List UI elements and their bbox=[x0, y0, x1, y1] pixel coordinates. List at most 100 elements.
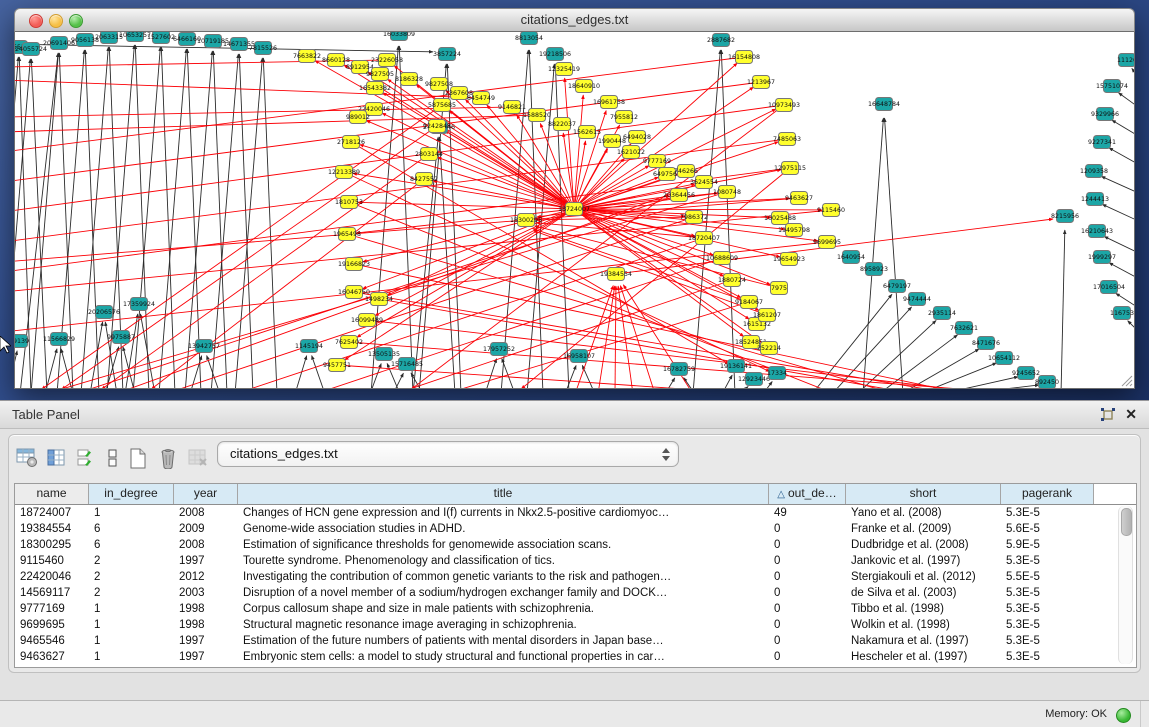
create-column-icon[interactable] bbox=[126, 447, 150, 469]
graph-node[interactable]: 13505135 bbox=[368, 348, 400, 361]
graph-node[interactable]: 39139 bbox=[15, 335, 29, 348]
column-header-pagerank[interactable]: pagerank bbox=[1001, 484, 1094, 504]
graph-node[interactable]: 17016504 bbox=[1093, 281, 1125, 294]
graph-node[interactable]: 1145194 bbox=[295, 340, 323, 353]
graph-node[interactable]: 8471676 bbox=[972, 337, 1000, 350]
graph-node[interactable]: 3857224 bbox=[433, 48, 461, 61]
graph-node[interactable]: 16543382 bbox=[359, 82, 391, 95]
graph-node[interactable]: 19166823 bbox=[338, 258, 370, 271]
table-row[interactable]: 977716911998Corpus callosum shape and si… bbox=[15, 601, 1136, 617]
window-titlebar[interactable]: citations_edges.txt bbox=[14, 8, 1135, 32]
graph-node[interactable]: 19495798 bbox=[778, 224, 810, 237]
graph-node[interactable]: 1244413 bbox=[1081, 193, 1109, 206]
graph-node[interactable]: 9457751 bbox=[323, 359, 351, 372]
graph-node[interactable]: 10688609 bbox=[706, 252, 738, 265]
close-traffic-light-icon[interactable] bbox=[29, 14, 43, 28]
graph-node[interactable]: 1965498 bbox=[333, 228, 361, 241]
graph-node[interactable]: 18720407 bbox=[688, 232, 720, 245]
graph-node[interactable]: 19654923 bbox=[773, 253, 805, 266]
scrollbar-thumb[interactable] bbox=[1121, 508, 1132, 536]
graph-node[interactable]: 1080748 bbox=[713, 186, 741, 199]
graph-node[interactable]: 8813054 bbox=[515, 32, 543, 45]
graph-node[interactable]: 16648784 bbox=[868, 98, 900, 111]
graph-node[interactable]: 10654112 bbox=[988, 352, 1020, 365]
graph-node[interactable]: 15751074 bbox=[1096, 80, 1128, 93]
graph-node[interactable]: 1562615 bbox=[573, 126, 601, 139]
table-row[interactable]: 2242004622012Investigating the contribut… bbox=[15, 569, 1136, 585]
graph-node[interactable]: 19384554 bbox=[600, 268, 632, 281]
column-header-title[interactable]: title bbox=[238, 484, 769, 504]
table-settings-icon[interactable] bbox=[15, 447, 39, 469]
graph-node[interactable]: 6494028 bbox=[623, 131, 651, 144]
graph-node[interactable]: 1213967 bbox=[747, 76, 775, 89]
select-all-rows-icon[interactable] bbox=[75, 447, 99, 469]
graph-node[interactable]: 989012 bbox=[346, 111, 370, 124]
delete-columns-icon[interactable] bbox=[156, 447, 180, 469]
graph-node[interactable]: 17334 bbox=[767, 367, 787, 380]
table-row[interactable]: 911546021997Tourette syndrome. Phenomeno… bbox=[15, 553, 1136, 569]
graph-node[interactable]: 16210643 bbox=[1081, 225, 1113, 238]
graph-node[interactable]: 17957252 bbox=[483, 343, 515, 356]
close-panel-icon[interactable]: ✕ bbox=[1125, 405, 1137, 423]
show-columns-icon[interactable] bbox=[45, 447, 69, 469]
column-header-in_degree[interactable]: in_degree bbox=[89, 484, 174, 504]
table-row[interactable]: 969969511998Structural magnetic resonanc… bbox=[15, 617, 1136, 633]
graph-node[interactable]: 746266 bbox=[674, 165, 698, 178]
graph-node[interactable]: 1209358 bbox=[1080, 165, 1108, 178]
memory-ok-indicator[interactable] bbox=[1116, 708, 1131, 723]
graph-node[interactable]: 23226058 bbox=[371, 54, 403, 67]
graph-node[interactable]: 9777169 bbox=[643, 155, 671, 168]
vertical-scrollbar[interactable] bbox=[1118, 506, 1133, 664]
table-chooser-dropdown[interactable]: citations_edges.txt bbox=[217, 441, 679, 467]
graph-node[interactable]: 16154808 bbox=[728, 51, 760, 64]
graph-node[interactable]: 1990448 bbox=[598, 135, 626, 148]
column-header-year[interactable]: year bbox=[174, 484, 238, 504]
graph-node[interactable]: 892450 bbox=[1035, 376, 1059, 389]
table-row[interactable]: 946362711997Embryonic stem cells: a mode… bbox=[15, 649, 1136, 665]
graph-node[interactable]: 7955812 bbox=[610, 111, 638, 124]
graph-node[interactable]: 9827508 bbox=[425, 78, 453, 91]
graph-node[interactable]: 19218506 bbox=[539, 48, 571, 61]
table-row[interactable]: 1872400712008Changes of HCN gene express… bbox=[15, 505, 1136, 521]
graph-node[interactable]: 16961758 bbox=[593, 96, 625, 109]
table-row[interactable]: 1830029562008Estimation of significance … bbox=[15, 537, 1136, 553]
graph-node[interactable]: 9474444 bbox=[903, 293, 931, 306]
graph-node[interactable]: 1621022 bbox=[617, 146, 645, 159]
graph-node[interactable]: 2887682 bbox=[707, 34, 735, 47]
graph-node[interactable]: 9115460 bbox=[817, 204, 845, 217]
graph-node[interactable]: 17359924 bbox=[123, 298, 155, 311]
graph-node[interactable]: 8958923 bbox=[860, 263, 888, 276]
graph-node[interactable]: 18640910 bbox=[568, 80, 600, 93]
graph-node[interactable]: 116753 bbox=[1110, 307, 1134, 320]
graph-node[interactable]: 12325419 bbox=[548, 63, 580, 76]
graph-node[interactable]: 10973493 bbox=[768, 99, 800, 112]
graph-node[interactable]: 9329966 bbox=[1091, 108, 1119, 121]
resize-grip-icon[interactable] bbox=[1119, 373, 1133, 387]
graph-node[interactable]: 20206576 bbox=[88, 306, 120, 319]
graph-node[interactable]: 11126 bbox=[1117, 54, 1134, 67]
network-canvas[interactable]: 1552824055724206914069056138206331510653… bbox=[14, 32, 1135, 389]
table-row[interactable]: 1456911722003Disruption of a novel membe… bbox=[15, 585, 1136, 601]
graph-node[interactable]: 1640954 bbox=[837, 251, 865, 264]
graph-node[interactable]: 7625402 bbox=[335, 336, 363, 349]
zoom-traffic-light-icon[interactable] bbox=[69, 14, 83, 28]
graph-node[interactable]: 9146821 bbox=[498, 101, 526, 114]
table-row[interactable]: 1938455462009Genome-wide association stu… bbox=[15, 521, 1136, 537]
graph-node[interactable]: 6479197 bbox=[883, 280, 911, 293]
graph-node[interactable]: 7632621 bbox=[950, 322, 978, 335]
graph-node[interactable]: 16033809 bbox=[383, 32, 415, 41]
graph-node[interactable]: 8186328 bbox=[395, 73, 423, 86]
minimize-traffic-light-icon[interactable] bbox=[49, 14, 63, 28]
graph-node[interactable]: 5875685 bbox=[428, 99, 456, 112]
float-panel-icon[interactable] bbox=[1101, 408, 1115, 421]
column-header-short[interactable]: short bbox=[846, 484, 1001, 504]
graph-node[interactable]: 2935114 bbox=[928, 307, 956, 320]
graph-node[interactable]: 9227341 bbox=[1088, 136, 1116, 149]
table-row[interactable]: 946554611997Estimation of the future num… bbox=[15, 633, 1136, 649]
graph-node[interactable]: 9184067 bbox=[735, 296, 763, 309]
column-header-name[interactable]: name bbox=[15, 484, 89, 504]
graph-node[interactable]: 1999297 bbox=[1088, 251, 1116, 264]
citation-graph[interactable]: 1552824055724206914069056138206331510653… bbox=[15, 32, 1134, 388]
graph-node[interactable]: 7485063 bbox=[773, 133, 801, 146]
graph-node[interactable]: 12213389 bbox=[328, 166, 360, 179]
